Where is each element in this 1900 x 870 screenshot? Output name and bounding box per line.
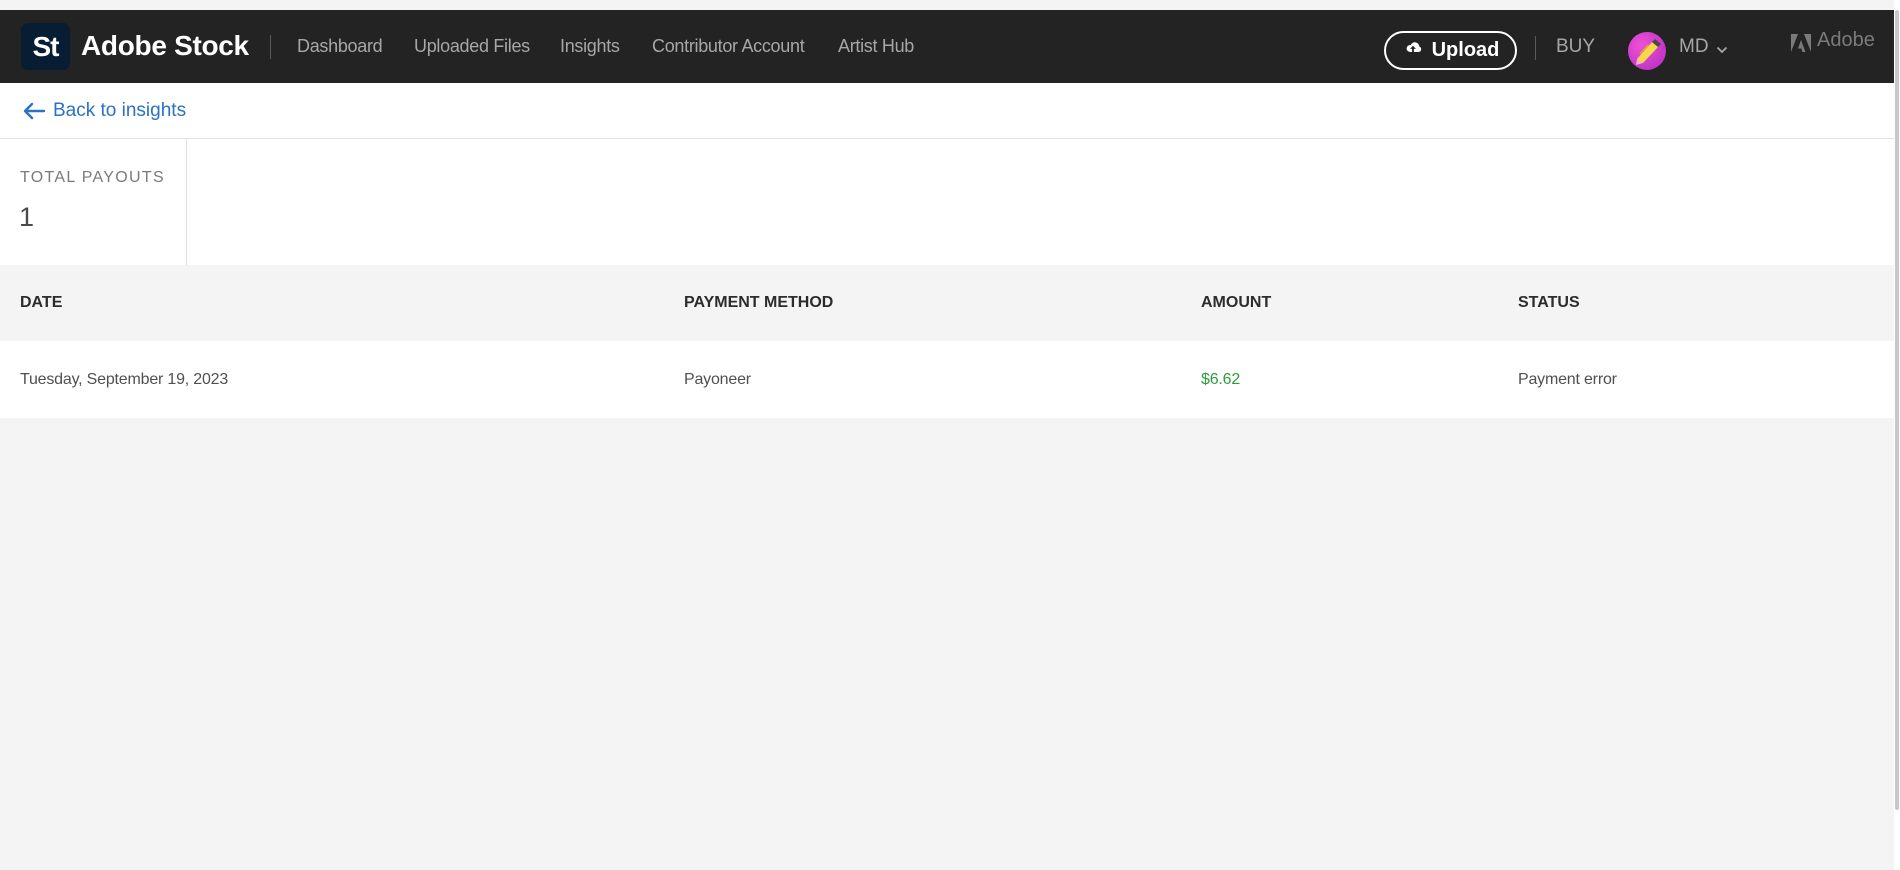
adobe-label[interactable]: Adobe <box>1817 0 1875 80</box>
brand-name[interactable]: Adobe Stock <box>81 28 249 64</box>
column-header-status: STATUS <box>1518 294 1580 311</box>
upload-label: Upload <box>1431 39 1500 61</box>
avatar[interactable] <box>1628 32 1666 70</box>
buy-link[interactable]: BUY <box>1556 10 1595 83</box>
user-menu-initials[interactable]: MD <box>1679 10 1709 83</box>
payout-status: Payment error <box>1518 371 1617 388</box>
total-payouts-label: TOTAL PAYOUTS <box>20 169 165 186</box>
upload-button[interactable]: Upload <box>1384 31 1517 70</box>
adobe-logo-icon[interactable] <box>1791 33 1811 53</box>
nav-uploaded-files[interactable]: Uploaded Files <box>414 10 530 83</box>
payout-method: Payoneer <box>684 371 751 388</box>
nav-artist-hub[interactable]: Artist Hub <box>838 10 914 83</box>
upload-cloud-icon <box>1402 37 1424 65</box>
column-header-date: DATE <box>20 294 63 311</box>
summary-panel: TOTAL PAYOUTS 1 <box>0 139 1894 265</box>
back-navigation-bar: Back to insights <box>0 83 1894 139</box>
payouts-table-header: DATE PAYMENT METHOD AMOUNT STATUS <box>0 265 1894 341</box>
column-header-amount: AMOUNT <box>1201 294 1272 311</box>
table-row: Tuesday, September 19, 2023 Payoneer $6.… <box>0 341 1894 418</box>
total-payouts-card: TOTAL PAYOUTS 1 <box>0 139 187 265</box>
back-label: Back to insights <box>53 100 187 121</box>
chevron-down-icon[interactable] <box>1716 46 1728 54</box>
payout-amount: $6.62 <box>1201 371 1241 388</box>
nav-dashboard[interactable]: Dashboard <box>297 10 383 83</box>
nav-contributor-account[interactable]: Contributor Account <box>652 10 805 83</box>
top-navigation-bar: St Adobe Stock Dashboard Uploaded Files … <box>0 10 1894 83</box>
scrollbar-thumb[interactable] <box>1895 10 1899 810</box>
nav-insights[interactable]: Insights <box>560 10 620 83</box>
total-payouts-value: 1 <box>19 202 35 232</box>
back-to-insights-link[interactable]: Back to insights <box>22 83 186 139</box>
payout-date: Tuesday, September 19, 2023 <box>20 371 229 388</box>
brand-divider <box>270 35 271 59</box>
column-header-payment-method: PAYMENT METHOD <box>684 294 834 311</box>
adobe-stock-logo[interactable]: St <box>21 23 70 70</box>
arrow-left-icon <box>23 102 46 120</box>
buy-divider <box>1535 36 1536 60</box>
